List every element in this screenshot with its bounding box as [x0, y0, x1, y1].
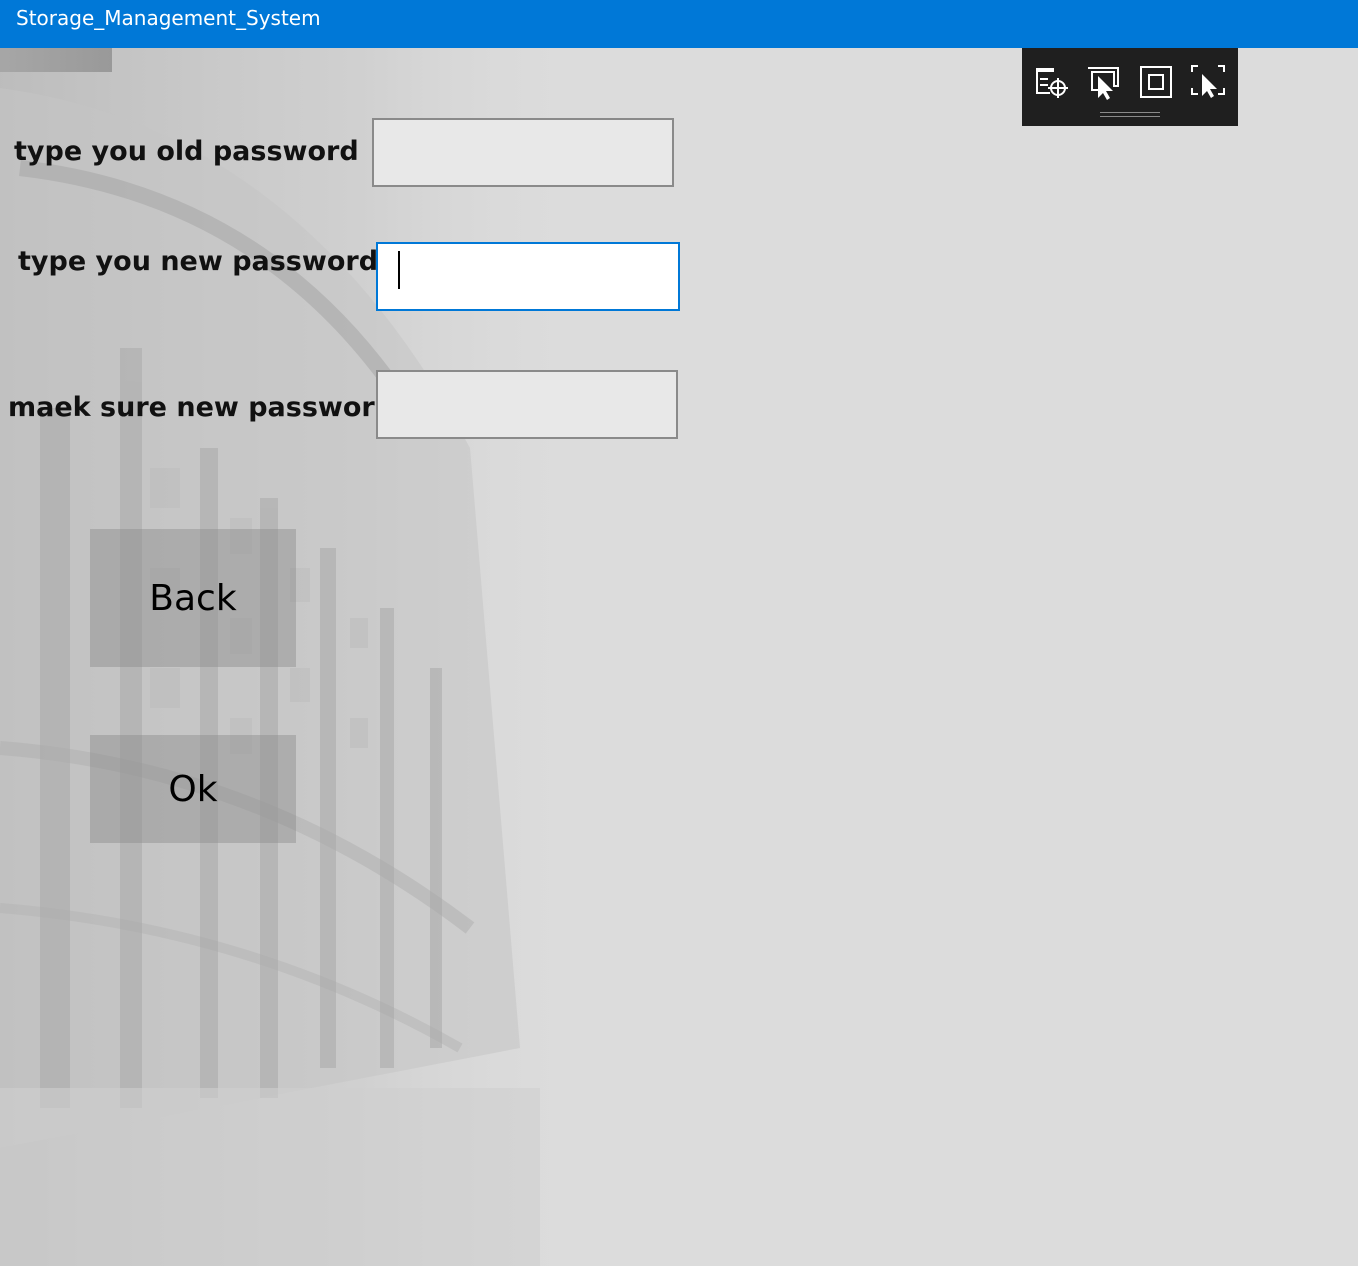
confirm-password-input[interactable] — [376, 370, 678, 439]
text-caret — [398, 251, 400, 289]
xaml-debug-toolbar — [1022, 48, 1238, 126]
back-button[interactable]: Back — [90, 529, 296, 667]
old-password-label: type you old password — [14, 136, 359, 167]
window-title: Storage_Management_System — [16, 6, 321, 30]
new-password-label: type you new password — [18, 246, 379, 277]
toolbar-grip[interactable] — [1100, 112, 1160, 117]
live-visual-tree-icon[interactable] — [1032, 62, 1072, 102]
track-focused-element-icon[interactable] — [1188, 62, 1228, 102]
app-window: Storage_Management_System type you old p… — [0, 0, 1358, 1266]
new-password-input[interactable] — [376, 242, 680, 311]
old-password-input[interactable] — [372, 118, 674, 187]
title-bar[interactable]: Storage_Management_System — [0, 0, 1358, 48]
ok-button[interactable]: Ok — [90, 735, 296, 843]
select-element-icon[interactable] — [1084, 62, 1124, 102]
ok-button-label: Ok — [168, 768, 218, 810]
confirm-password-label: maek sure new password — [8, 392, 395, 423]
back-button-label: Back — [149, 577, 237, 619]
display-layout-adorners-icon[interactable] — [1136, 62, 1176, 102]
